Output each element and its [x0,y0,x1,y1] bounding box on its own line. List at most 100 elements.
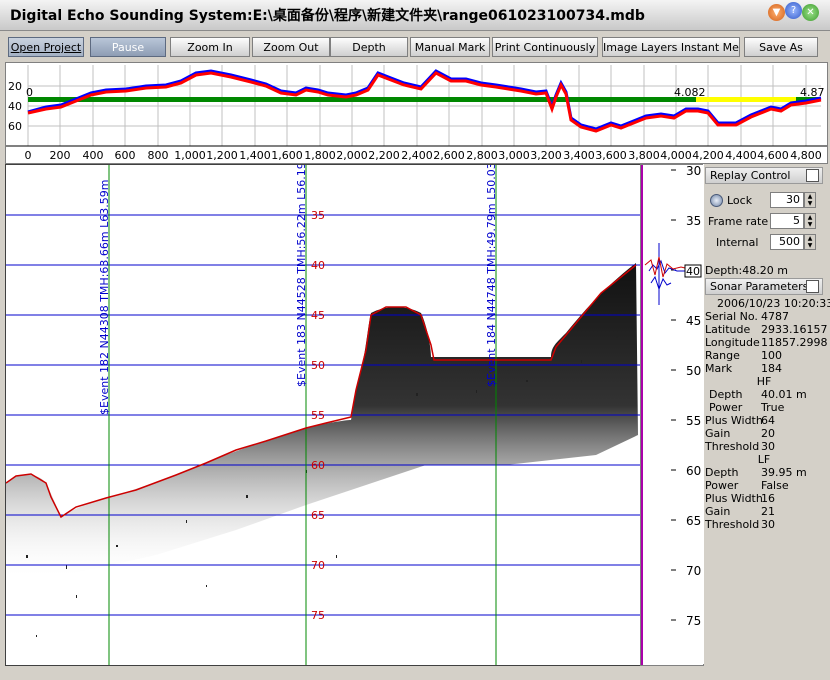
event-label: $Event 184 N44748 TMH:49.79m L50.03m [485,165,498,387]
echogram-depth-label: 45 [311,309,325,322]
zoom-out-button[interactable]: Zoom Out [252,37,330,57]
overview-x-tick: 4,000 [660,149,692,162]
title-bar: Digital Echo Sounding System:E:\桌面备份\程序\… [0,0,830,31]
depth-button[interactable]: Depth [330,37,408,57]
zoom-in-button[interactable]: Zoom In [170,37,250,57]
scale-tick-label: 50 [686,364,701,378]
replay-control-checkbox[interactable] [806,169,819,182]
overview-grid [27,65,821,146]
open-project-button[interactable]: Open Project [8,37,84,57]
lock-value: 30 [786,193,800,206]
lock-value-field[interactable]: 30 [770,192,804,208]
scale-tick-label: 35 [686,214,701,228]
hf-row: Power True [705,401,825,414]
overview-x-tick: 1,000 [174,149,206,162]
param-label: Depth [709,388,743,401]
scale-tick-label: 55 [686,414,701,428]
ping-waveform [644,243,690,305]
echogram-canvas: 35 40 45 50 55 60 65 70 75 $Event 182 N4… [6,165,640,665]
hf-row: Gain 20 [705,427,825,440]
echogram-depth-label: 55 [311,409,325,422]
internal-value: 500 [779,235,800,248]
scale-tick-label: 45 [686,314,701,328]
param-value: 4787 [761,310,789,323]
param-row: Range 100 [705,349,825,362]
overview-x-tick: 4,800 [790,149,822,162]
overview-y-tick: 40 [8,100,22,113]
image-layers-instant-merge-button[interactable]: Image Layers Instant Merge [602,37,740,57]
overview-x-tick: 2,000 [336,149,368,162]
pause-button[interactable]: Pause [90,37,166,57]
depth-scale-canvas: 30 35 40 45 50 55 60 65 70 75 40 [641,165,702,665]
frame-rate-spin-buttons[interactable]: ▲ ▼ [804,213,816,229]
scale-tick-label: 70 [686,564,701,578]
overview-x-tick: 2,600 [433,149,465,162]
param-label: Power [705,479,739,492]
window-title: Digital Echo Sounding System:E:\桌面备份\程序\… [10,8,645,24]
overview-x-tick: 3,200 [530,149,562,162]
param-row: Latitude 2933.16157 [705,323,828,336]
overview-x-tick: 4,200 [692,149,724,162]
param-label: Range [705,349,740,362]
overview-x-tick: 2,400 [401,149,433,162]
param-value: 30 [761,518,775,531]
sonar-parameters-checkbox[interactable] [806,280,819,293]
internal-spin-buttons[interactable]: ▲ ▼ [804,234,816,250]
sonar-datetime: 2006/10/23 10:20:33 [717,297,830,310]
param-value: 64 [761,414,775,427]
echogram-depth-labels: 35 40 45 50 55 60 65 70 75 [311,209,325,622]
replay-control-header[interactable]: Replay Control [705,167,823,184]
overview-start-label: 0 [26,86,33,99]
echogram-view[interactable]: 35 40 45 50 55 60 65 70 75 $Event 182 N4… [5,164,641,666]
manual-mark-button[interactable]: Manual Mark [410,37,490,57]
overview-x-tick: 400 [83,149,104,162]
overview-yellow-bar [696,97,796,102]
overview-x-tick: 2,800 [466,149,498,162]
param-label: Power [709,401,743,414]
param-value: 100 [761,349,782,362]
echogram-depth-label: 70 [311,559,325,572]
hf-row: Threshold 30 [705,440,825,453]
param-label: Plus Width [705,414,763,427]
print-continuously-button[interactable]: Print Continuously [492,37,598,57]
close-icon[interactable]: ✕ [802,4,819,21]
param-row: Serial No. 4787 [705,310,825,323]
echogram-depth-label: 40 [311,259,325,272]
param-label: Gain [705,505,731,518]
param-value: 30 [761,440,775,453]
param-value: 21 [761,505,775,518]
hf-row: Plus Width 64 [705,414,825,427]
current-depth-marker-label: 40 [686,265,700,278]
lock-spin-buttons[interactable]: ▲ ▼ [804,192,816,208]
overview-x-tick: 800 [148,149,169,162]
param-label: Gain [705,427,731,440]
minimize-icon[interactable]: ▼ [768,4,785,21]
param-value: 16 [761,492,775,505]
param-value: False [761,479,789,492]
overview-x-tick: 3,600 [595,149,627,162]
echogram-depth-label: 60 [311,459,325,472]
scale-ticks [671,169,676,621]
lf-heading: LF [757,453,771,466]
param-row: Longitude 11857.2998 [705,336,827,349]
frame-rate-field[interactable]: 5 [770,213,804,229]
scale-tick-label: 30 [686,165,701,178]
overview-depth-track[interactable]: 20 40 60 0 4.082 4.87 0 200 400 600 800 … [5,62,828,164]
sonar-parameters-header[interactable]: Sonar Parameters [705,278,823,295]
replay-control-title: Replay Control [710,169,791,182]
overview-marker-label: 4.082 [674,86,706,99]
toolbar: Open Project Pause Zoom In Zoom Out Dept… [4,33,826,61]
lf-row: Threshold 30 [705,518,825,531]
help-icon[interactable]: ? [785,2,802,19]
save-as-button[interactable]: Save As [744,37,818,57]
lock-radio-icon[interactable] [710,194,723,207]
param-value: 2933.16157 [761,323,828,336]
internal-field[interactable]: 500 [770,234,804,250]
event-label: $Event 183 N44528 TMH:56.22m L56.19m [295,165,308,387]
overview-x-tick: 1,600 [271,149,303,162]
param-value: 40.01 m [761,388,807,401]
lf-row: Plus Width 16 [705,492,825,505]
overview-x-tick: 3,400 [563,149,595,162]
param-row: Mark 184 [705,362,825,375]
depth-readout: Depth:48.20 m [705,264,788,277]
